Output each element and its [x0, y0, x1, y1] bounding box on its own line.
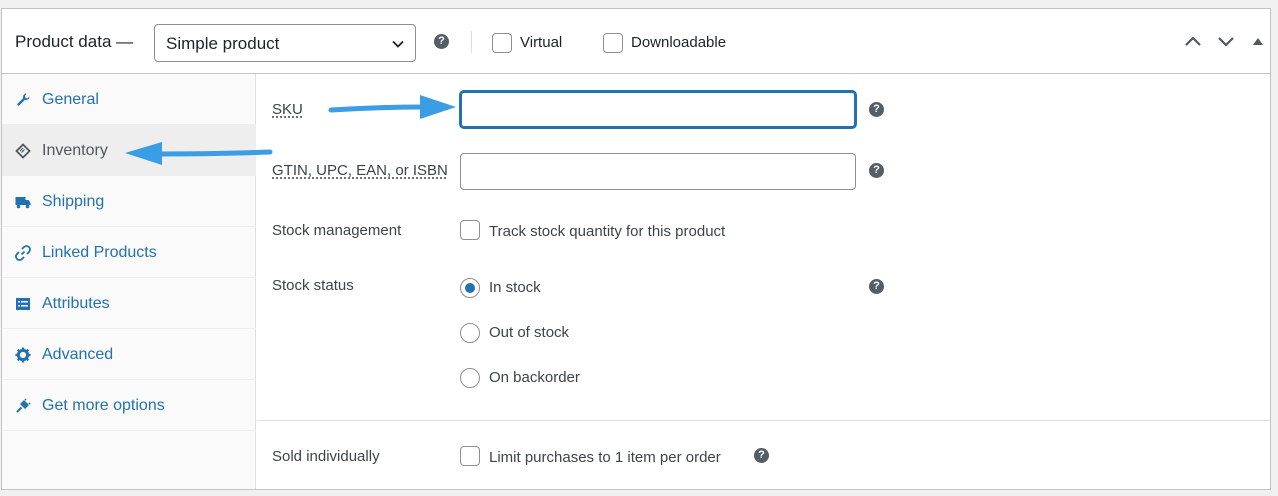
arrow-to-sku-icon	[328, 95, 456, 119]
annotation-arrows	[125, 95, 456, 165]
arrow-to-inventory-icon	[125, 142, 273, 165]
